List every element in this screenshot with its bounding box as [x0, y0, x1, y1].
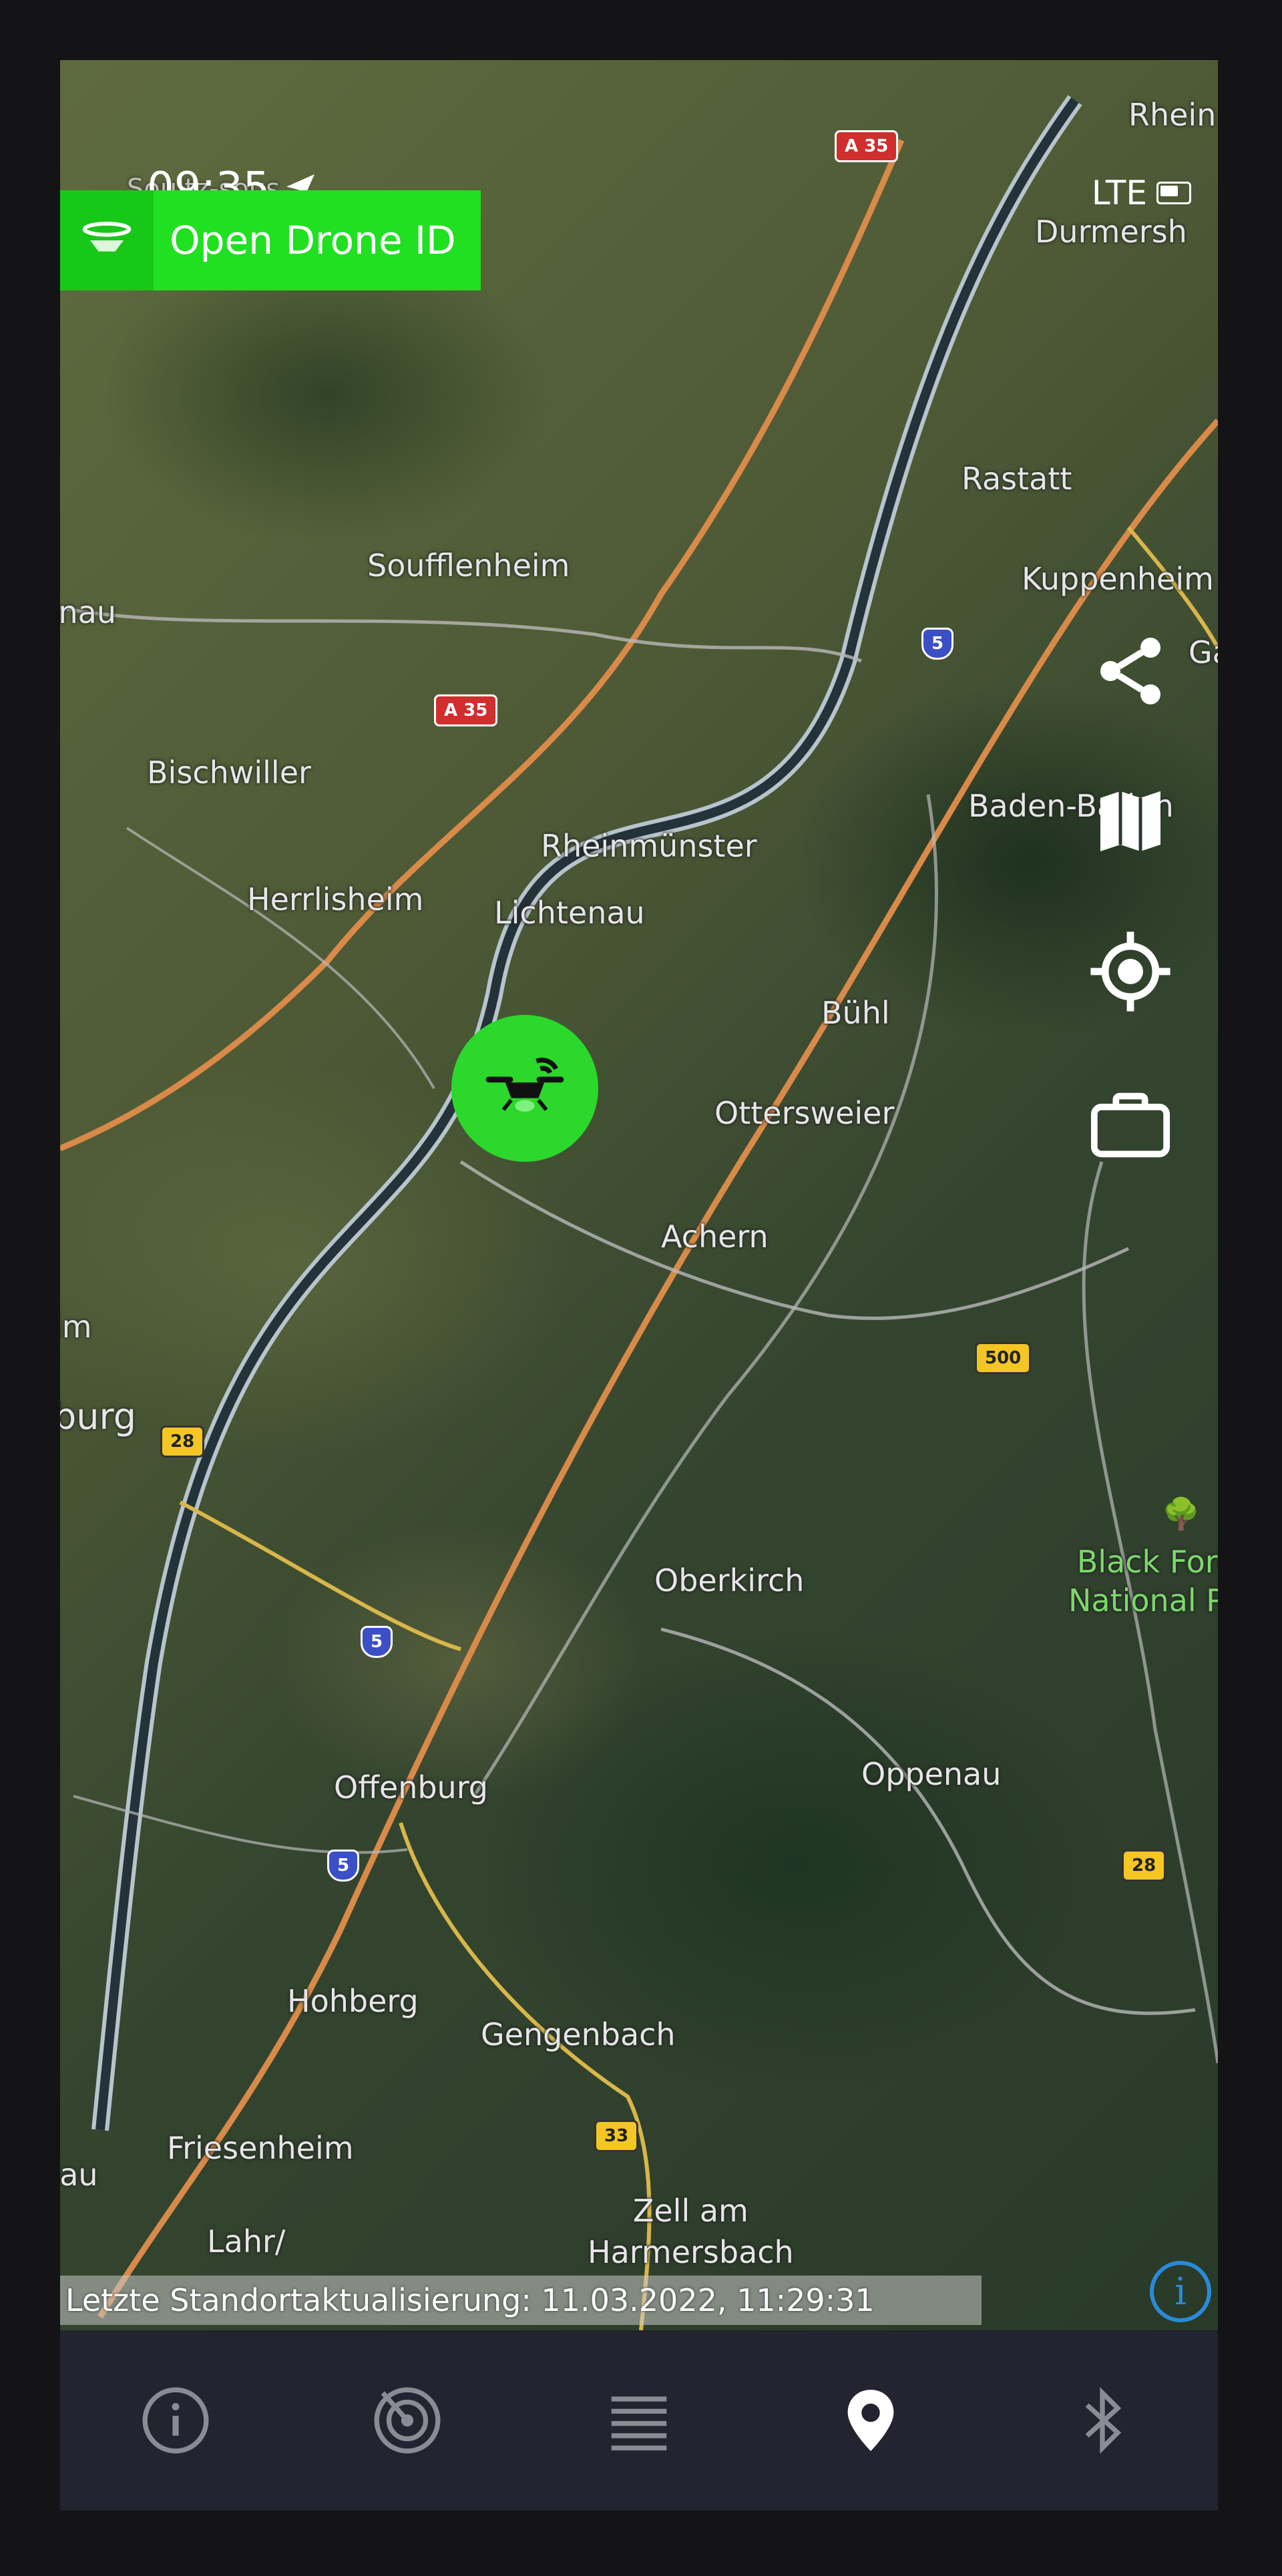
- place-ga: Ga: [1189, 634, 1218, 670]
- shield-b33: 33: [594, 2120, 639, 2152]
- park-tree-icon: 🌳: [1162, 1496, 1201, 1532]
- tab-bluetooth[interactable]: [1036, 2354, 1169, 2487]
- map-type-button[interactable]: [1080, 771, 1181, 871]
- tab-map[interactable]: [804, 2354, 937, 2487]
- shield-b28b: 28: [1122, 1850, 1166, 1882]
- shield-b500: 500: [975, 1342, 1032, 1374]
- phone-screen: Durmersh Rastatt Kuppenheim Soufflenheim…: [60, 60, 1218, 2511]
- shield-b28a: 28: [160, 1426, 205, 1458]
- place-burg: burg: [60, 1396, 137, 1438]
- place-herrlisheim: Herrlisheim: [247, 881, 424, 917]
- place-oberkirch: Oberkirch: [654, 1562, 805, 1598]
- place-gau: genau: [60, 594, 116, 630]
- location-pin-icon: [847, 2390, 894, 2451]
- drone-marker[interactable]: [451, 1015, 598, 1162]
- shield-a5-mid: 5: [361, 1626, 393, 1658]
- shield-a35-mid: A 35: [434, 694, 498, 726]
- place-offenburg: Offenburg: [334, 1769, 489, 1805]
- map-info-button[interactable]: i: [1150, 2261, 1211, 2322]
- briefcase-icon: [1090, 1092, 1170, 1158]
- place-buehl: Bühl: [821, 995, 890, 1031]
- place-bau: bau: [60, 2157, 98, 2193]
- tab-list[interactable]: [572, 2354, 706, 2487]
- status-indicators: LTE: [1092, 174, 1191, 212]
- share-button[interactable]: [1080, 621, 1181, 721]
- place-rastatt: Rastatt: [962, 461, 1072, 497]
- crosshair-icon: [1090, 931, 1170, 1012]
- network-label: LTE: [1091, 174, 1147, 212]
- bottom-navigation: [60, 2330, 1218, 2511]
- radar-icon: [374, 2387, 441, 2454]
- briefcase-button[interactable]: [1080, 1075, 1181, 1175]
- place-durmersheim: Durmersh: [1035, 214, 1187, 250]
- list-icon: [611, 2396, 667, 2450]
- map-roads: [60, 95, 1218, 2330]
- drone-icon: [485, 1058, 564, 1112]
- place-bischwiller: Bischwiller: [147, 755, 311, 791]
- bluetooth-icon: [1085, 2386, 1121, 2454]
- place-kuppenheim: Kuppenheim: [1022, 561, 1214, 597]
- place-hohberg: Hohberg: [287, 1983, 419, 2019]
- place-friesenheim: Friesenheim: [167, 2130, 354, 2166]
- info-icon: i: [1174, 2270, 1187, 2314]
- tab-info[interactable]: [109, 2354, 242, 2487]
- place-achern: Achern: [661, 1219, 769, 1255]
- app-title: Open Drone ID: [170, 218, 456, 263]
- tab-radar[interactable]: [341, 2354, 474, 2487]
- place-lahr: Lahr/: [207, 2223, 286, 2260]
- locate-button[interactable]: [1080, 921, 1181, 1022]
- shield-a35-top: A 35: [835, 130, 899, 162]
- app-header: Open Drone ID: [60, 190, 481, 290]
- place-zell: Zell am Harmersbach: [588, 2193, 794, 2270]
- satellite-map[interactable]: Durmersh Rastatt Kuppenheim Soufflenheim…: [60, 60, 1218, 2330]
- map-icon: [1100, 791, 1160, 851]
- battery-icon: [1156, 182, 1191, 204]
- place-soufflenheim: Soufflenheim: [367, 548, 570, 584]
- share-icon: [1100, 638, 1160, 704]
- place-black-forest: Black Forest National Park: [1068, 1544, 1218, 1619]
- place-rhein: Rhein: [1128, 97, 1217, 133]
- place-lichtenau: Lichtenau: [494, 895, 645, 931]
- place-oppenau: Oppenau: [861, 1756, 1002, 1792]
- place-im: im: [60, 1309, 92, 1345]
- shield-a5-low: 5: [327, 1850, 360, 1882]
- place-rheinmuenster: Rheinmünster: [541, 828, 757, 864]
- place-gengenbach: Gengenbach: [481, 2016, 676, 2053]
- place-ottersweier: Ottersweier: [714, 1095, 895, 1131]
- shield-a5-top: 5: [921, 628, 954, 660]
- last-update-text: Letzte Standortaktualisierung: 11.03.202…: [60, 2276, 982, 2325]
- drone-logo-icon: [60, 190, 154, 290]
- info-circle-icon: [142, 2387, 209, 2454]
